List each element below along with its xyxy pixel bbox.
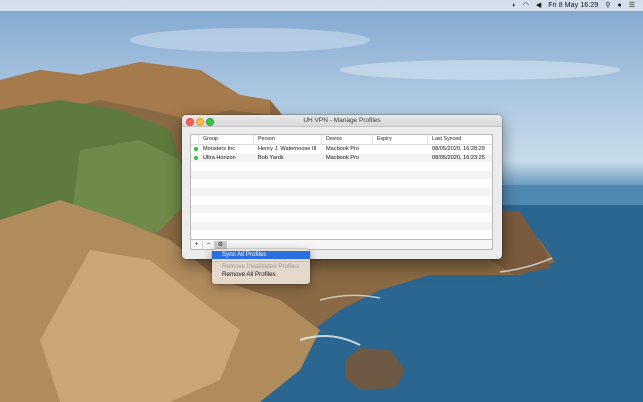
user-icon[interactable]: ●	[617, 0, 621, 11]
table-row[interactable]: Monsters Inc Henry J. Waternoose III Mac…	[191, 145, 492, 154]
add-profile-button[interactable]: +	[191, 240, 203, 249]
profiles-table: Group Person Device Expiry Last Synced M…	[190, 134, 493, 240]
sync-all-profiles-menu-item[interactable]: Sync All Profiles	[212, 251, 310, 259]
empty-row	[191, 196, 492, 205]
cell-person: Henry J. Waternoose III	[258, 146, 317, 153]
empty-row	[191, 162, 492, 171]
column-header-person[interactable]: Person	[254, 135, 322, 144]
window-titlebar[interactable]: UH VPN - Manage Profiles	[182, 115, 502, 127]
status-indicator-icon	[194, 155, 198, 160]
gear-icon[interactable]: ⚙	[215, 240, 227, 249]
window-title: UH VPN - Manage Profiles	[303, 117, 381, 124]
search-icon[interactable]: ⚲	[605, 0, 610, 11]
wifi-icon[interactable]: ◠	[523, 0, 529, 11]
empty-row	[191, 221, 492, 230]
cell-device: Macbook Pro	[326, 154, 359, 161]
remove-all-profiles-menu-item[interactable]: Remove All Profiles	[212, 271, 310, 279]
remove-profile-button[interactable]: −	[203, 240, 215, 249]
column-header-expiry[interactable]: Expiry	[373, 135, 428, 144]
status-indicator-icon	[194, 147, 198, 152]
empty-row	[191, 213, 492, 222]
column-header-last-synced[interactable]: Last Synced	[428, 135, 492, 144]
menu-bar: ◗ ◠ ◀ Fri 8 May 16:29 ⚲ ● ☰	[0, 0, 643, 11]
remove-invalidated-profiles-menu-item: Remove Invalidated Profiles	[222, 263, 300, 270]
cell-person: Bob Yards	[258, 154, 284, 161]
cell-group: Monsters Inc	[203, 146, 236, 153]
vpn-icon[interactable]: ◗	[511, 0, 515, 11]
table-header: Group Person Device Expiry Last Synced	[191, 135, 492, 145]
empty-row	[191, 187, 492, 196]
cell-group: Ultra Horizon	[203, 154, 236, 161]
list-icon[interactable]: ☰	[629, 0, 635, 11]
cell-last-synced: 08/05/2020, 16:28:29	[432, 146, 485, 153]
cell-device: Macbook Pro	[326, 146, 359, 153]
menu-bar-clock[interactable]: Fri 8 May 16:29	[548, 2, 598, 9]
column-header-device[interactable]: Device	[322, 135, 373, 144]
menu-separator	[212, 261, 310, 262]
empty-row	[191, 204, 492, 213]
column-header-group[interactable]: Group	[199, 135, 254, 144]
manage-profiles-window: UH VPN - Manage Profiles Group Person De…	[182, 115, 502, 259]
empty-row	[191, 179, 492, 188]
profiles-panel: Group Person Device Expiry Last Synced M…	[190, 134, 494, 250]
empty-row	[191, 230, 492, 239]
volume-icon[interactable]: ◀	[536, 0, 541, 11]
actions-context-menu: Sync All Profiles Remove Invalidated Pro…	[212, 249, 310, 284]
empty-row	[191, 170, 492, 179]
status-column-header[interactable]	[191, 135, 199, 144]
cell-last-synced: 08/05/2020, 16:23:25	[432, 154, 485, 161]
table-row[interactable]: Ultra Horizon Bob Yards Macbook Pro 08/0…	[191, 153, 492, 162]
